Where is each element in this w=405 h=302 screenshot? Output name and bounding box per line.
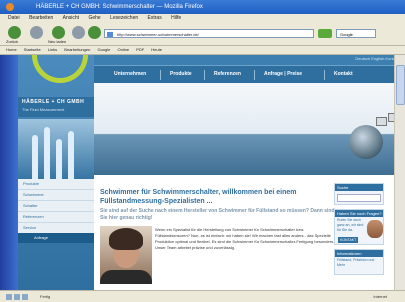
title-bar: HÄBERLE + CH GMBH: Schwimmerschalter — M… [0,0,405,14]
bookmarks-toolbar: Home Startseite Links Bearbeitungen Goog… [0,46,405,55]
menu-go[interactable]: Gehe [88,15,100,21]
bookmark-item[interactable]: Online [117,47,129,52]
bookmark-item[interactable]: Links [48,47,57,52]
back-label: Zurück [6,39,19,44]
menu-edit[interactable]: Bearbeiten [29,15,53,21]
page-icon [107,32,113,37]
language-links[interactable]: Deutsch English Kontakt [355,56,399,61]
column-shape [44,127,50,179]
firefox-icon [6,3,14,11]
column-shape [32,135,38,179]
nav-separator [204,70,205,80]
bookmark-item[interactable]: Startseite [24,47,41,52]
sidenav-item[interactable]: Schalter [18,201,94,212]
vertical-scrollbar[interactable] [394,55,405,290]
site-search-input[interactable] [337,194,381,202]
nav-referenzen[interactable]: Referenzen [214,71,241,77]
request-tab[interactable]: Anfrage [18,233,94,243]
columns-image [18,119,94,183]
column-shape [56,139,62,179]
web-page: HÄBERLE + CH GMBH The Fluid Measurement … [0,55,405,290]
info-box-title: Informationen [335,250,383,257]
photo-hair [109,228,143,250]
menu-bookmarks[interactable]: Lesezeichen [110,15,138,21]
url-text: http://www.schwimmer-schwimmerschalter.d… [117,32,199,37]
body-text: Wenn ein Spezialist für die Herstellung … [155,227,335,250]
contact-box-text: Rufen Sie doch ganz an, wir sind für Sie… [337,218,364,232]
sidenav-item[interactable]: Referenzen [18,212,94,223]
info-box: Informationen Füllstand, Präzision und M… [334,249,384,275]
column-shape [68,131,74,179]
forward-button[interactable] [30,26,43,39]
nav-kontakt[interactable]: Kontakt [334,71,353,77]
side-navigation: Produkte Schwimmer Schalter Referenzen S… [18,179,94,235]
bookmark-item[interactable]: PDF [136,47,144,52]
desktop-edge-blue [0,55,18,290]
photo-body [100,270,152,284]
security-zone: Internet [373,294,387,299]
nav-separator [254,70,255,80]
flag-icon [376,117,387,126]
menu-file[interactable]: Datei [8,15,20,21]
page-heading: Schwimmer für Schwimmerschalter, willkom… [100,189,297,205]
logo-name: HÄBERLE + CH GMBH [22,99,85,105]
right-sidebar: Suche Haben Sie noch Fragen? Rufen Sie d… [334,183,384,290]
nav-anfrage[interactable]: Anfrage | Preise [264,71,302,77]
status-bar: Fertig Internet [0,290,405,302]
contact-person-image [367,220,383,238]
main-navigation: Unternehmen Produkte Referenzen Anfrage … [94,65,405,84]
search-box-title: Suche [335,184,383,191]
menu-tools[interactable]: Extras [148,15,162,21]
logo-ring-icon [32,55,88,83]
status-icon [22,294,28,300]
browser-window: HÄBERLE + CH GMBH: Schwimmerschalter — M… [0,0,405,302]
hero-image [94,83,405,175]
sidenav-item[interactable]: Schwimmer [18,190,94,201]
page-subheading: Sie sind auf der Suche nach einem Herste… [100,208,335,221]
contact-box-title: Haben Sie noch Fragen? [335,210,383,217]
go-button[interactable] [318,29,332,38]
nav-separator [160,70,161,80]
bookmark-item[interactable]: Home [6,47,17,52]
logo-tagline: The Fluid Measurement [22,107,65,112]
reload-button[interactable] [52,26,65,39]
info-box-text: Füllstand, Präzision und Mehr [337,258,375,267]
menu-view[interactable]: Ansicht [63,15,79,21]
menu-help[interactable]: Hilfe [171,15,181,21]
scrollbar-thumb[interactable] [396,65,405,105]
bookmark-item[interactable]: Google [97,47,110,52]
menu-bar: Datei Bearbeiten Ansicht Gehe Lesezeiche… [0,14,405,23]
stop-button[interactable] [72,26,85,39]
search-engine-label: Google [340,32,353,37]
person-photo [100,226,152,284]
bookmark-item[interactable]: Bearbeitungen [64,47,90,52]
float-ball-image [349,125,383,159]
bookmark-item[interactable]: Heute [151,47,162,52]
nav-separator [324,70,325,80]
reload-label: Neu laden [48,39,67,44]
status-text: Fertig [40,294,51,299]
url-input[interactable]: http://www.schwimmer-schwimmerschalter.d… [104,29,314,38]
search-box: Suche [334,183,384,205]
top-strip: Deutsch English Kontakt [94,55,405,65]
contact-button[interactable]: KONTAKT [338,237,359,243]
sidenav-item[interactable]: Produkte [18,179,94,190]
nav-unternehmen[interactable]: Unternehmen [114,71,146,77]
home-button[interactable] [88,26,101,39]
back-button[interactable] [8,26,21,39]
status-icon [14,294,20,300]
contact-box: Haben Sie noch Fragen? Rufen Sie doch ga… [334,209,384,245]
status-icon [6,294,12,300]
window-title: HÄBERLE + CH GMBH: Schwimmerschalter — M… [36,4,203,10]
search-input[interactable]: Google [336,29,376,38]
navigation-toolbar: Zurück Neu laden http://www.schwimmer-sc… [0,23,405,46]
nav-produkte[interactable]: Produkte [170,71,192,77]
